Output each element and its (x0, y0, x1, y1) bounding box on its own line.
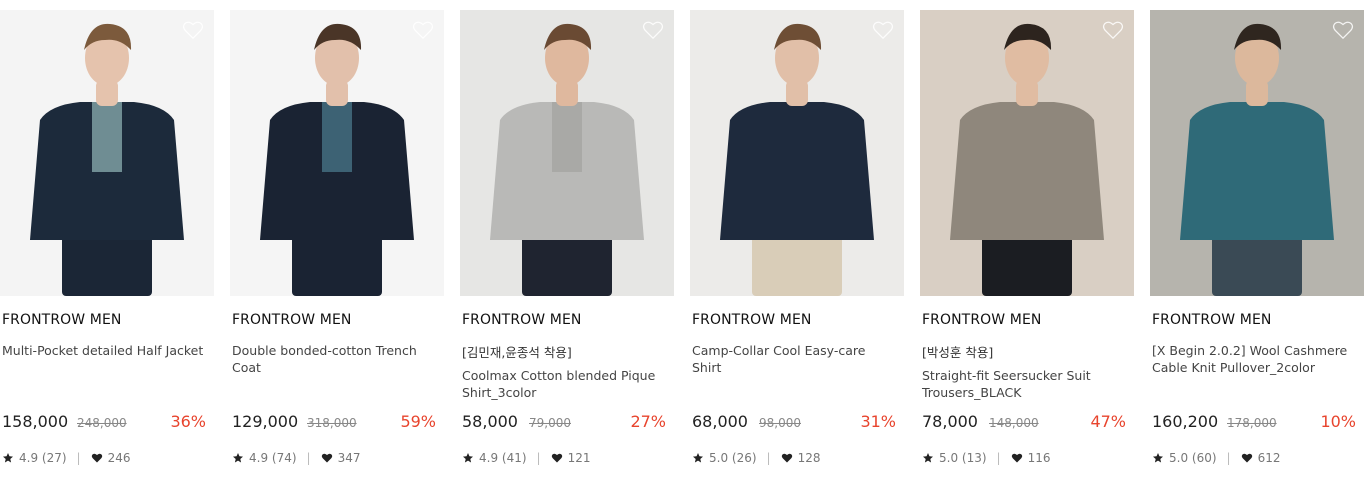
sale-price: 78,000 (922, 412, 978, 431)
wishlist-heart-icon[interactable] (872, 20, 894, 40)
sale-price: 158,000 (2, 412, 69, 431)
heart-filled-icon (1011, 453, 1022, 463)
product-image[interactable] (920, 10, 1134, 296)
sale-price: 68,000 (692, 412, 748, 431)
discount-rate: 31% (860, 412, 896, 431)
model-photo (950, 23, 1104, 296)
likes-count: 246 (107, 451, 131, 465)
sale-price: 160,200 (1152, 412, 1219, 431)
rating-text: 4.9 (74) (249, 451, 297, 465)
price-row: 160,200 178,000 10% (1152, 412, 1356, 434)
divider: | (1226, 451, 1231, 465)
product-card[interactable]: FRONTROW MEN [김민재,윤종석 착용] Coolmax Cotton… (460, 10, 674, 465)
product-image[interactable] (690, 10, 904, 296)
product-image[interactable] (0, 10, 214, 296)
original-price: 98,000 (759, 416, 801, 430)
product-image[interactable] (230, 10, 444, 296)
price-row: 129,000 318,000 59% (232, 412, 436, 434)
divider: | (536, 451, 541, 465)
divider: | (76, 451, 81, 465)
star-icon (3, 453, 13, 463)
heart-filled-icon (1241, 453, 1252, 463)
likes-count: 128 (797, 451, 821, 465)
discount-rate: 59% (400, 412, 436, 431)
celebrity-tag: [김민재,윤종석 착용] (462, 345, 572, 360)
product-title[interactable]: Double bonded-cotton Trench Coat (232, 342, 438, 376)
star-icon (693, 453, 703, 463)
discount-rate: 27% (630, 412, 666, 431)
star-icon (233, 453, 243, 463)
wishlist-heart-icon[interactable] (412, 20, 434, 40)
brand-name[interactable]: FRONTROW MEN (1152, 312, 1271, 328)
rating-text: 5.0 (26) (709, 451, 757, 465)
rating-text: 4.9 (41) (479, 451, 527, 465)
brand-name[interactable]: FRONTROW MEN (462, 312, 581, 328)
heart-filled-icon (551, 453, 562, 463)
model-photo (490, 23, 644, 296)
review-meta: 5.0 (26) | 128 (692, 450, 820, 466)
wishlist-heart-icon[interactable] (642, 20, 664, 40)
likes-count: 121 (567, 451, 591, 465)
sale-price: 58,000 (462, 412, 518, 431)
sale-price: 129,000 (232, 412, 299, 431)
discount-rate: 36% (170, 412, 206, 431)
original-price: 248,000 (77, 416, 127, 430)
discount-rate: 47% (1090, 412, 1126, 431)
product-title[interactable]: [X Begin 2.0.2] Wool Cashmere Cable Knit… (1152, 342, 1358, 376)
wishlist-heart-icon[interactable] (182, 20, 204, 40)
model-photo (30, 23, 184, 296)
brand-name[interactable]: FRONTROW MEN (232, 312, 351, 328)
divider: | (306, 451, 311, 465)
celebrity-tag: [박성훈 착용] (922, 345, 994, 360)
divider: | (996, 451, 1001, 465)
star-icon (463, 453, 473, 463)
rating-text: 4.9 (27) (19, 451, 67, 465)
brand-name[interactable]: FRONTROW MEN (922, 312, 1041, 328)
review-meta: 4.9 (74) | 347 (232, 450, 360, 466)
product-title[interactable]: Camp-Collar Cool Easy-care Shirt (692, 342, 898, 376)
likes-count: 116 (1027, 451, 1051, 465)
brand-name[interactable]: FRONTROW MEN (692, 312, 811, 328)
star-icon (923, 453, 933, 463)
price-row: 58,000 79,000 27% (462, 412, 666, 434)
product-image[interactable] (460, 10, 674, 296)
model-photo (260, 23, 414, 296)
product-title[interactable]: Coolmax Cotton blended Pique Shirt_3colo… (462, 367, 668, 401)
review-meta: 5.0 (60) | 612 (1152, 450, 1280, 466)
product-title[interactable]: Straight-fit Seersucker Suit Trousers_BL… (922, 367, 1128, 401)
review-meta: 4.9 (27) | 246 (2, 450, 130, 466)
original-price: 318,000 (307, 416, 357, 430)
product-card[interactable]: FRONTROW MEN Multi-Pocket detailed Half … (0, 10, 214, 465)
product-card[interactable]: FRONTROW MEN [박성훈 착용] Straight-fit Seers… (920, 10, 1134, 465)
product-title[interactable]: Multi-Pocket detailed Half Jacket (2, 342, 208, 359)
divider: | (766, 451, 771, 465)
rating-text: 5.0 (13) (939, 451, 987, 465)
heart-filled-icon (321, 453, 332, 463)
product-card[interactable]: FRONTROW MEN Camp-Collar Cool Easy-care … (690, 10, 904, 465)
original-price: 79,000 (529, 416, 571, 430)
star-icon (1153, 453, 1163, 463)
likes-count: 347 (337, 451, 361, 465)
product-card[interactable]: FRONTROW MEN Double bonded-cotton Trench… (230, 10, 444, 465)
rating-text: 5.0 (60) (1169, 451, 1217, 465)
brand-name[interactable]: FRONTROW MEN (2, 312, 121, 328)
price-row: 68,000 98,000 31% (692, 412, 896, 434)
discount-rate: 10% (1320, 412, 1356, 431)
original-price: 178,000 (1227, 416, 1277, 430)
likes-count: 612 (1257, 451, 1281, 465)
product-image[interactable] (1150, 10, 1364, 296)
price-row: 78,000 148,000 47% (922, 412, 1126, 434)
price-row: 158,000 248,000 36% (2, 412, 206, 434)
heart-filled-icon (91, 453, 102, 463)
heart-filled-icon (781, 453, 792, 463)
review-meta: 5.0 (13) | 116 (922, 450, 1050, 466)
review-meta: 4.9 (41) | 121 (462, 450, 590, 466)
model-photo (720, 23, 874, 296)
original-price: 148,000 (989, 416, 1039, 430)
product-card[interactable]: FRONTROW MEN [X Begin 2.0.2] Wool Cashme… (1150, 10, 1364, 465)
wishlist-heart-icon[interactable] (1332, 20, 1354, 40)
wishlist-heart-icon[interactable] (1102, 20, 1124, 40)
model-photo (1180, 23, 1334, 296)
